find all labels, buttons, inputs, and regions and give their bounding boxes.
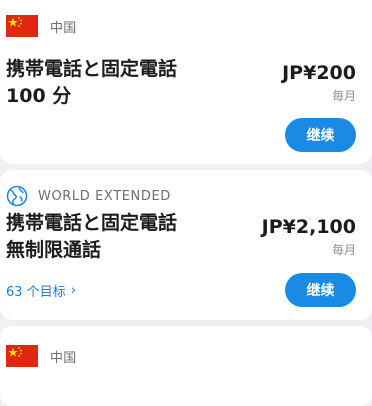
- china-flag-icon: [6, 345, 38, 367]
- globe-icon: [6, 185, 28, 207]
- plan-title-line1: 携帯電話と固定電話: [6, 58, 178, 80]
- plan-price: JP¥200: [282, 62, 356, 84]
- china-flag-icon: [6, 15, 38, 37]
- plan-region-label: 中国: [50, 20, 77, 36]
- continue-button[interactable]: 继续: [285, 118, 356, 152]
- plan-title-line2: 無制限通話: [6, 239, 102, 261]
- plan-title-line2: 100 分: [6, 85, 72, 107]
- plan-region-label: 中国: [50, 350, 77, 366]
- plan-region-header: 中国: [6, 345, 76, 367]
- plan-region-label: WORLD EXTENDED: [38, 188, 171, 204]
- plan-card-world-extended[interactable]: WORLD EXTENDED 携帯電話と固定電話 無制限通話 JP¥2,100 …: [0, 170, 372, 320]
- plan-title-line1: 携帯電話と固定電話: [6, 212, 178, 234]
- plan-billing-period: 毎月: [331, 89, 356, 103]
- plan-region-header: WORLD EXTENDED: [6, 185, 171, 207]
- continue-button[interactable]: 继续: [285, 273, 356, 307]
- plan-card-china-100-min[interactable]: 中国 携帯電話と固定電話 100 分 JP¥200 毎月 继续: [0, 0, 372, 164]
- destinations-link[interactable]: 63 个目标 ›: [6, 281, 76, 300]
- plan-region-header: 中国: [6, 15, 76, 37]
- plan-billing-period: 毎月: [331, 243, 356, 257]
- plan-card-china[interactable]: 中国: [0, 326, 372, 406]
- plan-price: JP¥2,100: [261, 216, 356, 238]
- chevron-right-icon: ›: [70, 283, 76, 298]
- destinations-link-label: 63 个目标: [6, 285, 66, 300]
